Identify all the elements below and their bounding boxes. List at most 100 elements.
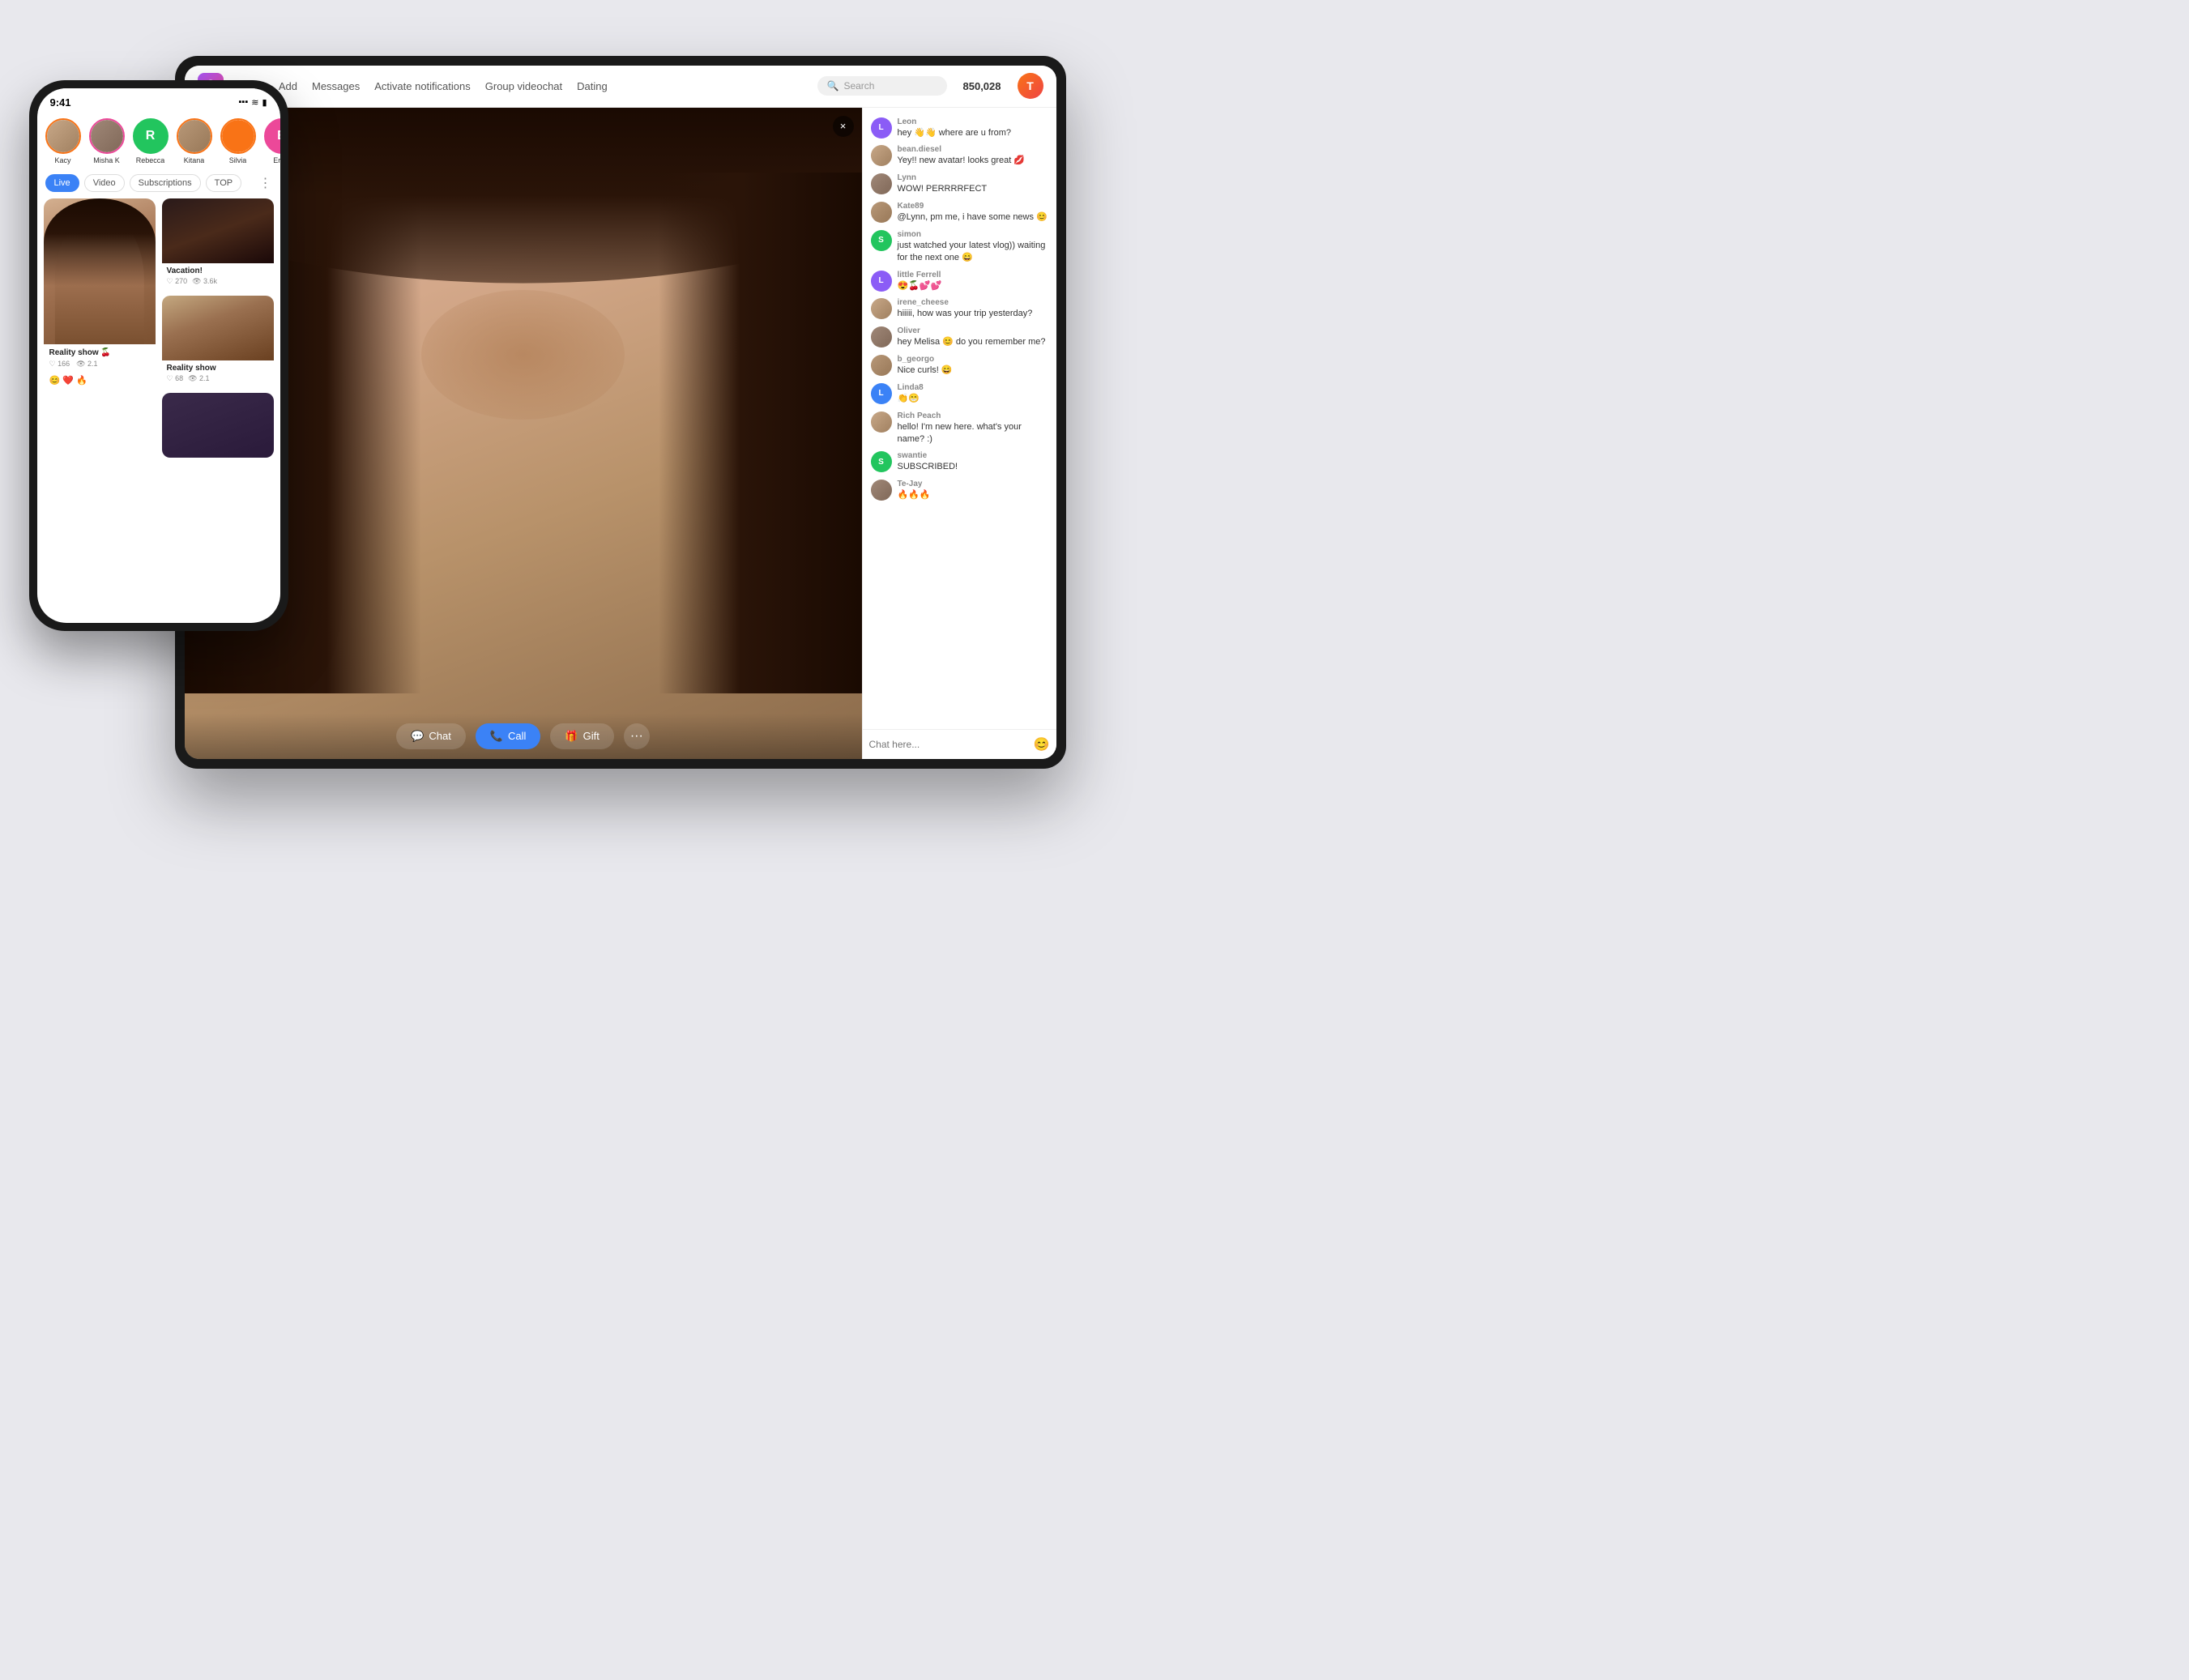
tablet-main-content: × 💬 Chat 📞 Call 🎁 Gift — [185, 108, 1056, 759]
message-username: Rich Peach — [898, 411, 1048, 420]
chat-message: Te-Jay 🔥🔥🔥 — [871, 480, 1048, 501]
message-username: simon — [898, 230, 1048, 239]
message-text: SUBSCRIBED! — [898, 461, 1048, 473]
video-card-small[interactable]: Vacation! ♡ 270 👁 3.6k — [162, 198, 274, 289]
viewers: 👁 3.6k — [192, 277, 217, 286]
user-avatar[interactable]: T — [1018, 73, 1043, 99]
message-body: Kate89 @Lynn, pm me, i have some news 😊 — [898, 202, 1048, 224]
story-avatar-img — [222, 120, 254, 152]
tablet-topbar: Feed Add Messages Activate notifications… — [185, 66, 1056, 108]
story-item[interactable]: Kacy — [45, 118, 81, 164]
gift-icon: 🎁 — [565, 730, 578, 743]
message-username: Kate89 — [898, 202, 1048, 211]
message-body: simon just watched your latest vlog)) wa… — [898, 230, 1048, 264]
small-cards-column: Vacation! ♡ 270 👁 3.6k Reality show — [162, 198, 274, 534]
nav-dating[interactable]: Dating — [577, 80, 608, 92]
story-item[interactable]: Silvia — [220, 118, 256, 164]
chat-button[interactable]: 💬 Chat — [396, 723, 466, 749]
message-text: hiiiii, how was your trip yesterday? — [898, 308, 1048, 320]
message-body: Lynn WOW! PERRRRFECT — [898, 173, 1048, 195]
filter-more-button[interactable]: ⋮ — [259, 175, 272, 191]
chat-input[interactable] — [869, 739, 1029, 750]
video-card-small[interactable]: Reality show ♡ 68 👁 2.1 — [162, 296, 274, 386]
story-name: Kitana — [184, 156, 205, 164]
message-text: 😍🍒💕💕 — [898, 280, 1048, 292]
message-username: little Ferrell — [898, 271, 1048, 279]
video-thumbnail-small — [162, 198, 274, 263]
nav-messages[interactable]: Messages — [312, 80, 360, 92]
message-body: Te-Jay 🔥🔥🔥 — [898, 480, 1048, 501]
filter-top[interactable]: TOP — [206, 174, 241, 192]
story-avatar-img — [91, 120, 123, 152]
hair-right — [659, 173, 862, 693]
chat-message: Kate89 @Lynn, pm me, i have some news 😊 — [871, 202, 1048, 224]
story-item[interactable]: R Rebecca — [133, 118, 169, 164]
story-avatar-img: E — [264, 118, 280, 154]
message-text: hey 👋👋 where are u from? — [898, 127, 1048, 139]
phone-device: 9:41 ▪▪▪ ≋ ▮ Kacy — [29, 80, 288, 631]
video-cards-grid: Reality show 🍒 ♡ 166 👁 2.1 😊 ❤️ 🔥 — [37, 198, 280, 623]
video-card-small[interactable] — [162, 393, 274, 458]
message-username: Oliver — [898, 326, 1048, 335]
message-text: just watched your latest vlog)) waiting … — [898, 240, 1048, 264]
chat-message: Rich Peach hello! I'm new here. what's y… — [871, 411, 1048, 446]
video-thumbnail — [44, 198, 156, 344]
search-placeholder: Search — [843, 80, 874, 92]
message-avatar — [871, 355, 892, 376]
story-item[interactable]: E Erica — [264, 118, 280, 164]
message-avatar — [871, 145, 892, 166]
message-avatar — [871, 326, 892, 348]
filter-video[interactable]: Video — [84, 174, 125, 192]
chat-message: Lynn WOW! PERRRRFECT — [871, 173, 1048, 195]
message-body: Linda8 👏😁 — [898, 383, 1048, 405]
chat-icon: 💬 — [411, 730, 424, 743]
nav-notifications[interactable]: Activate notifications — [374, 80, 471, 92]
story-avatar-img — [178, 120, 211, 152]
top-nav: Feed Add Messages Activate notifications… — [240, 80, 801, 92]
phone-screen: 9:41 ▪▪▪ ≋ ▮ Kacy — [37, 88, 280, 623]
story-item[interactable]: Kitana — [177, 118, 212, 164]
message-text: hello! I'm new here. what's your name? :… — [898, 421, 1048, 446]
message-username: Te-Jay — [898, 480, 1048, 488]
message-username: b_georgo — [898, 355, 1048, 364]
message-avatar: S — [871, 451, 892, 472]
more-options-button[interactable]: ··· — [624, 723, 650, 749]
filter-subscriptions[interactable]: Subscriptions — [130, 174, 201, 192]
chat-message: L little Ferrell 😍🍒💕💕 — [871, 271, 1048, 292]
chat-message: Oliver hey Melisa 😊 do you remember me? — [871, 326, 1048, 348]
likes: ♡ 68 — [167, 374, 184, 383]
message-body: Leon hey 👋👋 where are u from? — [898, 117, 1048, 139]
wifi-icon: ≋ — [251, 97, 258, 108]
tablet-device: Feed Add Messages Activate notifications… — [175, 56, 1066, 769]
message-avatar: L — [871, 383, 892, 404]
message-username: Leon — [898, 117, 1048, 126]
phone-status-bar: 9:41 ▪▪▪ ≋ ▮ — [37, 88, 280, 112]
chat-message: S swantie SUBSCRIBED! — [871, 451, 1048, 473]
close-video-button[interactable]: × — [833, 116, 854, 137]
viewers: 👁 2.1 — [188, 374, 209, 383]
message-body: little Ferrell 😍🍒💕💕 — [898, 271, 1048, 292]
filter-live[interactable]: Live — [45, 174, 79, 192]
chat-messages-list: L Leon hey 👋👋 where are u from? bean.die… — [863, 108, 1056, 729]
message-username: irene_cheese — [898, 298, 1048, 307]
chat-input-area: 😊 — [863, 729, 1056, 759]
video-controls: 💬 Chat 📞 Call 🎁 Gift ··· — [185, 714, 862, 759]
emoji-reactions: 😊 ❤️ 🔥 — [44, 373, 156, 390]
emoji-button[interactable]: 😊 — [1034, 736, 1050, 753]
message-username: bean.diesel — [898, 145, 1048, 154]
chat-message: L Leon hey 👋👋 where are u from? — [871, 117, 1048, 139]
story-name: Misha K — [93, 156, 120, 164]
video-card-large[interactable]: Reality show 🍒 ♡ 166 👁 2.1 😊 ❤️ 🔥 — [44, 198, 156, 616]
story-avatar-img: R — [133, 118, 169, 154]
story-item[interactable]: Misha K — [89, 118, 125, 164]
message-avatar — [871, 298, 892, 319]
story-avatar-img — [47, 120, 79, 152]
story-name: Rebecca — [136, 156, 165, 164]
search-box[interactable]: 🔍 Search — [817, 76, 947, 96]
gift-button[interactable]: 🎁 Gift — [550, 723, 613, 749]
small-card-title: Reality show — [162, 360, 274, 374]
message-text: hey Melisa 😊 do you remember me? — [898, 336, 1048, 348]
call-button[interactable]: 📞 Call — [476, 723, 541, 749]
nav-group-videochat[interactable]: Group videochat — [485, 80, 562, 92]
nav-add[interactable]: Add — [279, 80, 297, 92]
